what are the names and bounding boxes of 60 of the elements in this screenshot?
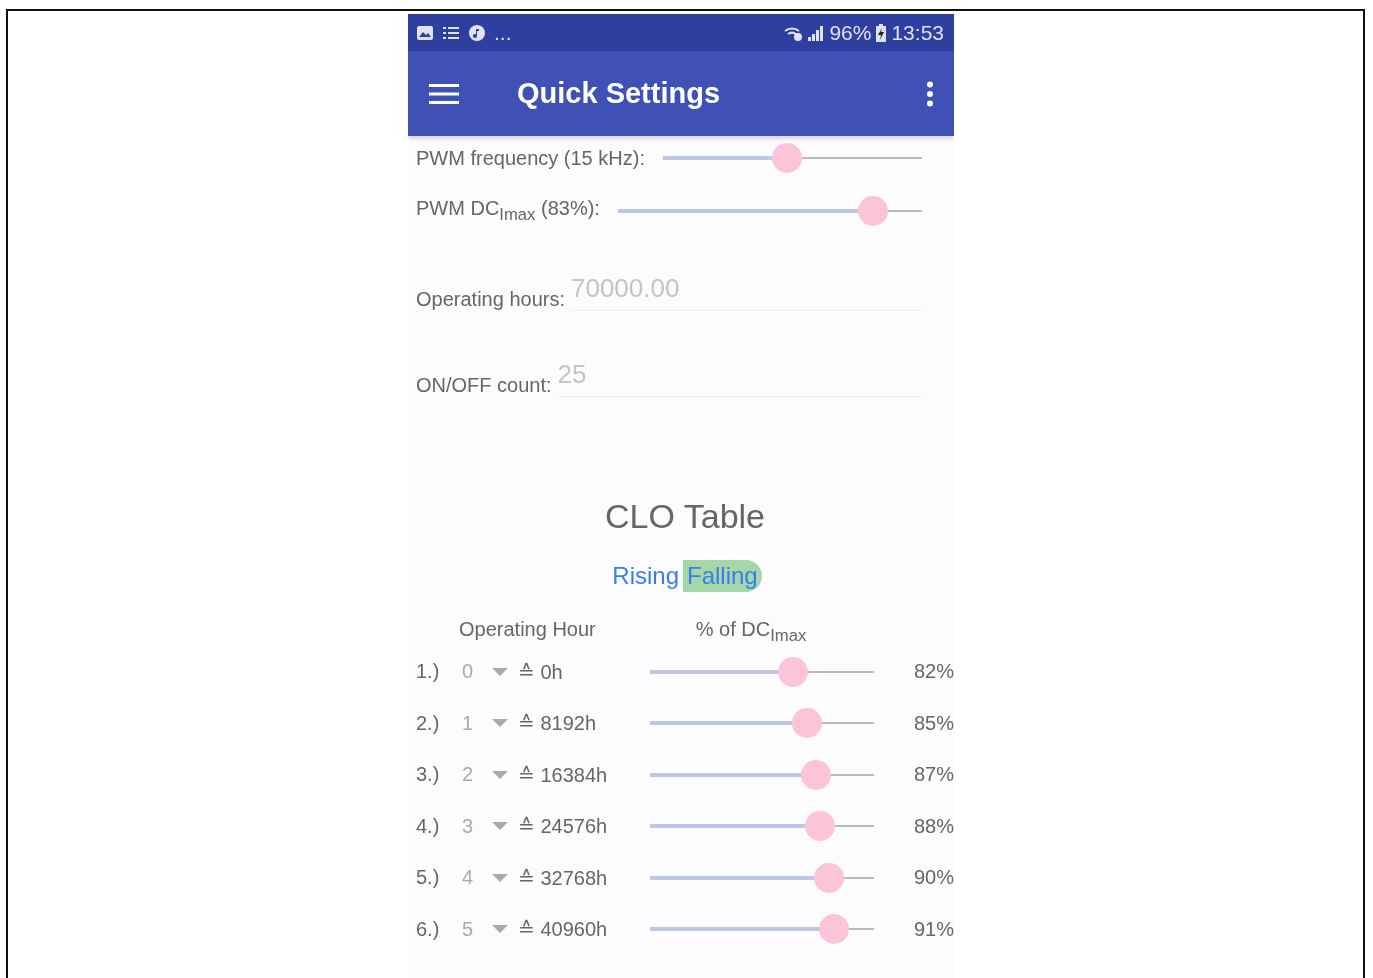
slider[interactable] — [649, 811, 874, 842]
step-dropdown[interactable]: 1 — [462, 711, 516, 735]
menu-icon[interactable] — [429, 82, 459, 105]
battery-charging-icon — [875, 23, 888, 42]
percent-value: 85% — [913, 711, 954, 735]
hours-value: ≙ 40960h — [517, 917, 609, 942]
slider[interactable] — [649, 862, 874, 893]
slider[interactable] — [649, 656, 874, 687]
step-dropdown[interactable]: 5 — [462, 917, 516, 941]
caret-icon — [491, 718, 510, 729]
hours-value: ≙ 32768h — [517, 865, 609, 890]
list-icon — [442, 24, 460, 41]
battery-percent: 96% — [829, 20, 872, 45]
hours-value: ≙ 8192h — [517, 711, 598, 736]
row-number: 2.) — [416, 711, 441, 735]
slider[interactable] — [649, 759, 874, 790]
step-dropdown[interactable]: 4 — [462, 866, 516, 890]
more-options-icon[interactable] — [926, 80, 934, 107]
app-title: Quick Settings — [517, 77, 722, 110]
setting-label: PWM frequency (15 kHz): — [416, 146, 645, 170]
field-label: Operating hours: — [416, 288, 565, 311]
hours-value: ≙ 24576h — [517, 814, 609, 839]
overflow-indicator: ... — [494, 20, 512, 45]
input-field[interactable]: 70000.00 — [571, 273, 922, 311]
hours-value: ≙ 0h — [517, 659, 564, 684]
caret-icon — [491, 666, 510, 677]
row-number: 4.) — [416, 814, 441, 838]
percent-value: 87% — [913, 763, 954, 787]
slider[interactable] — [662, 143, 922, 173]
image-icon — [416, 24, 434, 41]
hours-value: ≙ 16384h — [517, 762, 609, 787]
toggle-option[interactable]: Falling — [683, 560, 762, 592]
slider[interactable] — [649, 914, 874, 945]
row-number: 6.) — [416, 917, 441, 941]
step-dropdown[interactable]: 2 — [462, 763, 516, 787]
step-dropdown[interactable]: 3 — [462, 814, 516, 838]
percent-value: 91% — [913, 917, 954, 941]
music-icon — [468, 23, 486, 42]
section-title: CLO Table — [604, 497, 766, 536]
percent-value: 82% — [913, 660, 954, 684]
caret-icon — [491, 872, 510, 883]
clock: 13:53 — [891, 20, 944, 45]
field-label: ON/OFF count: — [416, 374, 552, 397]
input-field[interactable]: 25 — [557, 359, 922, 397]
row-number: 5.) — [416, 866, 441, 890]
slider[interactable] — [649, 708, 874, 739]
slider[interactable] — [617, 196, 922, 226]
caret-icon — [491, 924, 510, 935]
setting-label: PWM DC$_{Imax}$ (83%): — [416, 197, 600, 225]
step-dropdown[interactable]: 0 — [462, 660, 516, 684]
percent-value: 90% — [913, 866, 954, 890]
column-header: % of DC$_{Imax}$ — [695, 618, 807, 646]
row-number: 1.) — [416, 660, 441, 684]
column-header: Operating Hour — [459, 618, 596, 642]
caret-icon — [491, 769, 510, 780]
percent-value: 88% — [913, 814, 954, 838]
toggle-option[interactable]: Rising — [608, 560, 683, 592]
row-number: 3.) — [416, 763, 441, 787]
caret-icon — [491, 821, 510, 832]
signal-icon — [807, 24, 826, 41]
